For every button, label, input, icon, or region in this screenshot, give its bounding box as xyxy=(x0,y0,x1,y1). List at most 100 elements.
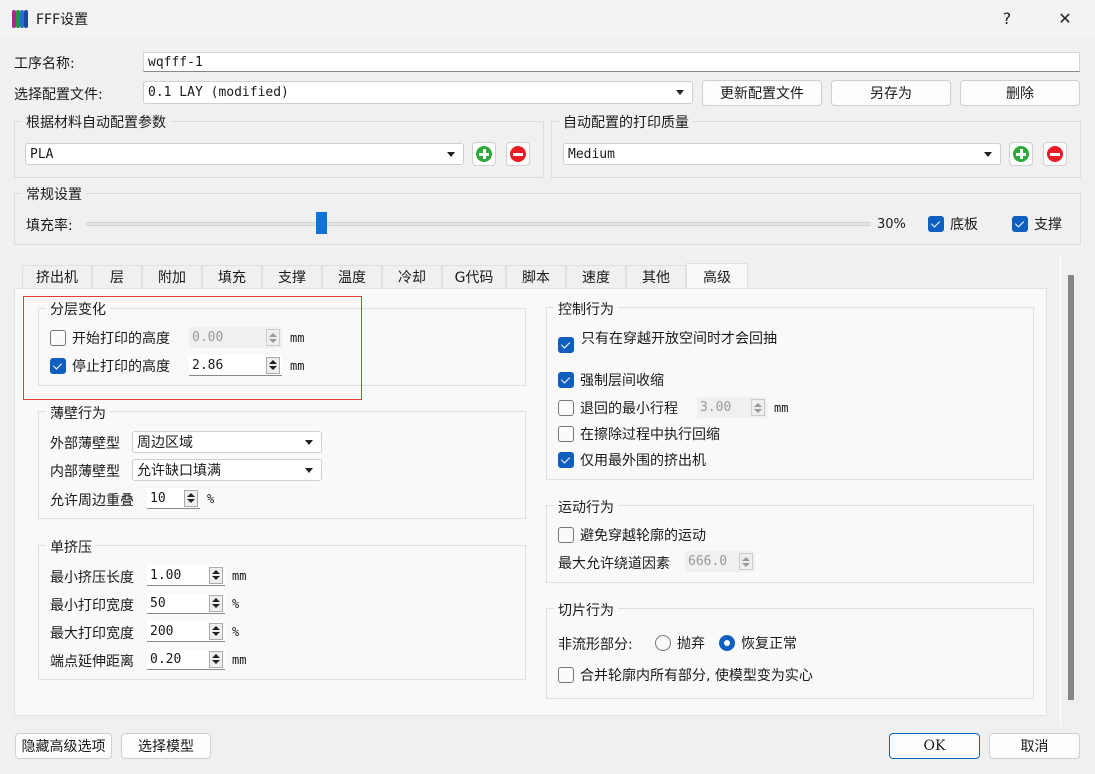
tab-label: 挤出机 xyxy=(36,270,78,286)
remove-quality-button[interactable] xyxy=(1043,142,1067,166)
tab-1[interactable]: 层 xyxy=(92,265,142,288)
radio-icon xyxy=(719,635,735,651)
control-title: 控制行为 xyxy=(554,299,618,319)
tab-10[interactable]: 其他 xyxy=(626,265,686,288)
spin-arrows-icon[interactable] xyxy=(739,553,753,570)
window-title: FFF设置 xyxy=(36,12,89,28)
retract-open-checkbox[interactable]: 只有在穿越开放空间时才会回抽 xyxy=(558,331,777,357)
checkbox-icon xyxy=(1012,216,1028,232)
single-extrusion-row-input[interactable]: 200 xyxy=(147,621,225,642)
remove-material-button[interactable] xyxy=(506,142,530,166)
overlap-value: 10 xyxy=(150,490,166,506)
add-material-button[interactable] xyxy=(472,142,496,166)
general-group-title: 常规设置 xyxy=(22,184,86,204)
process-name-input[interactable]: wqfff-1 xyxy=(143,52,1080,72)
delete-profile-button[interactable]: 删除 xyxy=(960,80,1080,106)
close-button[interactable]: ✕ xyxy=(1045,6,1085,32)
inner-wall-select[interactable]: 允许缺口填满 xyxy=(132,459,322,481)
restore-radio[interactable]: 恢复正常 xyxy=(719,633,797,653)
spin-arrows-icon[interactable] xyxy=(751,399,765,416)
add-quality-button[interactable] xyxy=(1009,142,1033,166)
spin-arrows-icon[interactable] xyxy=(209,650,223,668)
single-extrusion-title: 单挤压 xyxy=(46,537,96,557)
force-retract-checkbox[interactable]: 强制层间收缩 xyxy=(558,370,664,390)
min-travel-checkbox[interactable]: 退回的最小行程 xyxy=(558,398,678,418)
single-extrusion-row-label: 最小挤压长度 xyxy=(50,570,134,586)
tab-label: 层 xyxy=(110,270,124,286)
detour-input[interactable]: 666.0 xyxy=(685,551,755,572)
outer-wall-select[interactable]: 周边区域 xyxy=(132,431,322,453)
tab-label: 速度 xyxy=(582,270,610,286)
ok-button[interactable]: OK xyxy=(889,733,980,759)
scrollbar-divider xyxy=(1060,254,1061,726)
single-extrusion-row-value: 50 xyxy=(150,595,166,611)
minus-icon xyxy=(1047,146,1063,162)
support-checkbox[interactable]: 支撑 xyxy=(1012,214,1062,234)
tab-9[interactable]: 速度 xyxy=(566,265,626,288)
select-model-button[interactable]: 选择模型 xyxy=(121,733,211,759)
single-extrusion-row-unit: % xyxy=(232,597,240,611)
tab-2[interactable]: 附加 xyxy=(142,265,202,288)
single-extrusion-row-input[interactable]: 50 xyxy=(147,593,225,614)
outer-extruder-checkbox[interactable]: 仅用最外围的挤出机 xyxy=(558,450,706,470)
single-extrusion-row-unit: mm xyxy=(232,653,247,667)
min-travel-value: 3.00 xyxy=(700,400,732,415)
checkbox-icon xyxy=(558,667,574,683)
overlap-input[interactable]: 10 xyxy=(147,488,200,509)
wipe-retract-checkbox[interactable]: 在擦除过程中执行回缩 xyxy=(558,424,720,444)
overlap-unit: % xyxy=(207,492,215,506)
merge-checkbox[interactable]: 合并轮廓内所有部分, 使模型变为实心 xyxy=(558,665,813,685)
avoid-crossing-label: 避免穿越轮廓的运动 xyxy=(580,528,706,544)
single-extrusion-row-value: 0.20 xyxy=(150,651,182,667)
cancel-button[interactable]: 取消 xyxy=(989,733,1080,759)
inner-wall-label: 内部薄壁型 xyxy=(50,464,120,480)
min-travel-label: 退回的最小行程 xyxy=(580,401,678,417)
tab-7[interactable]: G代码 xyxy=(442,265,506,288)
spin-arrows-icon[interactable] xyxy=(184,489,198,507)
logo-bar xyxy=(24,10,28,28)
checkbox-icon xyxy=(558,527,574,543)
single-extrusion-row-label: 最小打印宽度 xyxy=(50,598,134,614)
detour-label: 最大允许绕道因素 xyxy=(558,556,670,572)
min-travel-input[interactable]: 3.00 xyxy=(697,397,767,418)
hide-advanced-button[interactable]: 隐藏高级选项 xyxy=(15,733,112,759)
tab-11[interactable]: 高级 xyxy=(686,263,748,289)
checkbox-icon xyxy=(558,452,574,468)
help-button[interactable]: ? xyxy=(987,6,1027,32)
spin-arrows-icon[interactable] xyxy=(209,594,223,612)
tab-4[interactable]: 支撑 xyxy=(262,265,322,288)
outer-wall-value: 周边区域 xyxy=(137,435,193,451)
spin-arrows-icon[interactable] xyxy=(209,622,223,640)
thin-wall-title: 薄壁行为 xyxy=(46,403,110,423)
raft-checkbox[interactable]: 底板 xyxy=(928,214,978,234)
quality-select[interactable]: Medium xyxy=(563,143,1001,165)
tab-5[interactable]: 温度 xyxy=(322,265,382,288)
profile-select[interactable]: 0.1 LAY (modified) xyxy=(143,81,693,104)
single-extrusion-row-input[interactable]: 0.20 xyxy=(147,649,225,670)
tab-3[interactable]: 填充 xyxy=(202,265,262,288)
single-extrusion-row-input[interactable]: 1.00 xyxy=(147,565,225,586)
minus-icon xyxy=(510,146,526,162)
avoid-crossing-checkbox[interactable]: 避免穿越轮廓的运动 xyxy=(558,525,706,545)
single-extrusion-row-label: 端点延伸距离 xyxy=(50,654,134,670)
tab-0[interactable]: 挤出机 xyxy=(22,265,92,288)
infill-slider-track[interactable] xyxy=(86,222,870,226)
scrollbar-thumb[interactable] xyxy=(1068,275,1074,700)
material-select[interactable]: PLA xyxy=(25,143,464,165)
update-profile-button[interactable]: 更新配置文件 xyxy=(702,80,822,106)
discard-radio[interactable]: 抛弃 xyxy=(655,633,705,653)
quality-group-title: 自动配置的打印质量 xyxy=(559,112,693,132)
title-bar xyxy=(0,0,1095,38)
infill-slider-thumb[interactable] xyxy=(316,212,328,234)
tab-6[interactable]: 冷却 xyxy=(382,265,442,288)
spin-arrows-icon[interactable] xyxy=(209,566,223,584)
save-as-button[interactable]: 另存为 xyxy=(831,80,951,106)
tab-label: 高级 xyxy=(703,269,731,286)
plus-icon xyxy=(1013,146,1029,162)
process-name-label: 工序名称: xyxy=(14,56,75,72)
checkbox-icon xyxy=(558,337,574,353)
single-extrusion-row-value: 200 xyxy=(150,623,174,639)
slicing-title: 切片行为 xyxy=(554,600,618,620)
tab-8[interactable]: 脚本 xyxy=(506,265,566,288)
tab-label: 填充 xyxy=(218,270,246,286)
